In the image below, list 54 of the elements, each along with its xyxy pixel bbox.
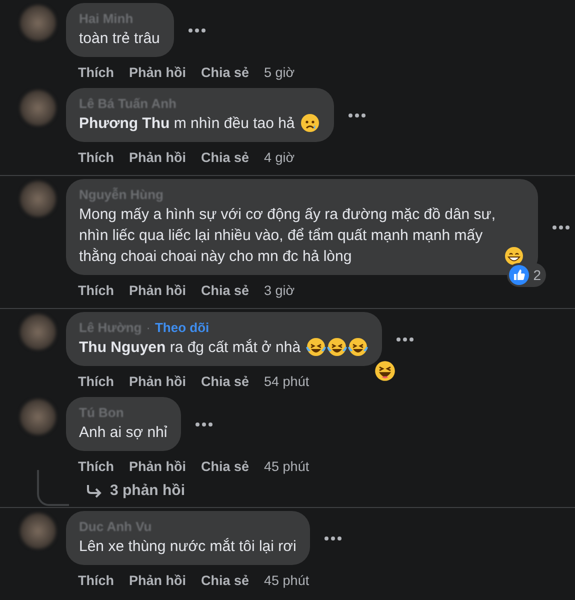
comment-action-link[interactable]: Chia sẻ (201, 374, 250, 389)
comment-action-link[interactable]: Phản hồi (129, 459, 186, 474)
timestamp[interactable]: 45 phút (264, 573, 310, 588)
comment-action-link[interactable]: Phản hồi (129, 283, 186, 298)
comment-action-link[interactable]: Thích (78, 65, 114, 80)
more-options-icon[interactable] (552, 224, 570, 230)
comment-action-link[interactable]: Chia sẻ (201, 283, 250, 298)
comment-text: Thu Nguyen ra đg cất mắt ở nhà (79, 338, 301, 358)
avatar[interactable] (20, 513, 56, 549)
timestamp[interactable]: 54 phút (264, 374, 310, 389)
timestamp[interactable]: 3 giờ (264, 283, 295, 298)
avatar[interactable] (20, 90, 56, 126)
comment-text: Anh ai sợ nhỉ (79, 423, 168, 443)
laughing-tears-face-icon (306, 337, 326, 357)
separator-dot: · (146, 320, 151, 335)
comment-action-link[interactable]: Thích (78, 459, 114, 474)
reaction-count: 2 (533, 267, 541, 283)
avatar[interactable] (20, 314, 56, 350)
sad-face-icon (300, 113, 320, 133)
laughing-face-icon (374, 360, 396, 382)
comment-text: Lên xe thùng nước mắt tôi lại rơi (79, 537, 296, 557)
avatar[interactable] (20, 181, 56, 217)
comment-text: Mong mấy a hình sự với cơ động ấy ra đường mặc đồ dân sư, nhìn liếc qua liếc lại nhiều vào, để tẩm quất mạnh mạnh mấy thằng choai choai này cho mn đc hả lòng (79, 205, 496, 267)
comment-action-link[interactable]: Thích (78, 283, 114, 298)
view-replies-link[interactable]: 3 phản hồi (0, 482, 575, 505)
laughing-tears-face-icon (326, 337, 347, 357)
comment-action-link[interactable]: Phản hồi (129, 573, 186, 588)
avatar[interactable] (20, 399, 56, 435)
laughing-tears-face-icon (348, 337, 368, 357)
comment-text: toàn trẻ trâu (79, 29, 160, 49)
comment-action-link[interactable]: Thích (78, 374, 114, 389)
more-options-icon[interactable] (324, 536, 342, 540)
reply-arrow-icon (86, 484, 102, 498)
more-options-icon[interactable] (396, 336, 414, 342)
comment-action-link[interactable]: Thích (78, 150, 114, 165)
reaction-badge[interactable]: 2 (507, 263, 546, 287)
thumbs-up-icon (509, 265, 530, 285)
comment-action-link[interactable]: Chia sẻ (201, 65, 250, 80)
timestamp[interactable]: 45 phút (264, 459, 310, 474)
timestamp[interactable]: 4 giờ (264, 150, 295, 165)
comment-action-link[interactable]: Thích (78, 573, 114, 588)
more-options-icon[interactable] (188, 28, 206, 32)
more-options-icon[interactable] (348, 112, 366, 118)
timestamp[interactable]: 5 giờ (264, 65, 295, 80)
comment-text: Phương Thu m nhìn đều tao hả (79, 114, 295, 134)
grinning-face-icon (504, 246, 524, 266)
avatar[interactable] (20, 5, 56, 41)
comment-action-link[interactable]: Chia sẻ (201, 150, 250, 165)
comment-action-link[interactable]: Phản hồi (129, 65, 186, 80)
comment-action-link[interactable]: Chia sẻ (201, 459, 250, 474)
comment-action-link[interactable]: Chia sẻ (201, 573, 250, 588)
comment-action-link[interactable]: Phản hồi (129, 374, 186, 389)
comment-action-link[interactable]: Phản hồi (129, 150, 186, 165)
more-options-icon[interactable] (195, 422, 214, 426)
